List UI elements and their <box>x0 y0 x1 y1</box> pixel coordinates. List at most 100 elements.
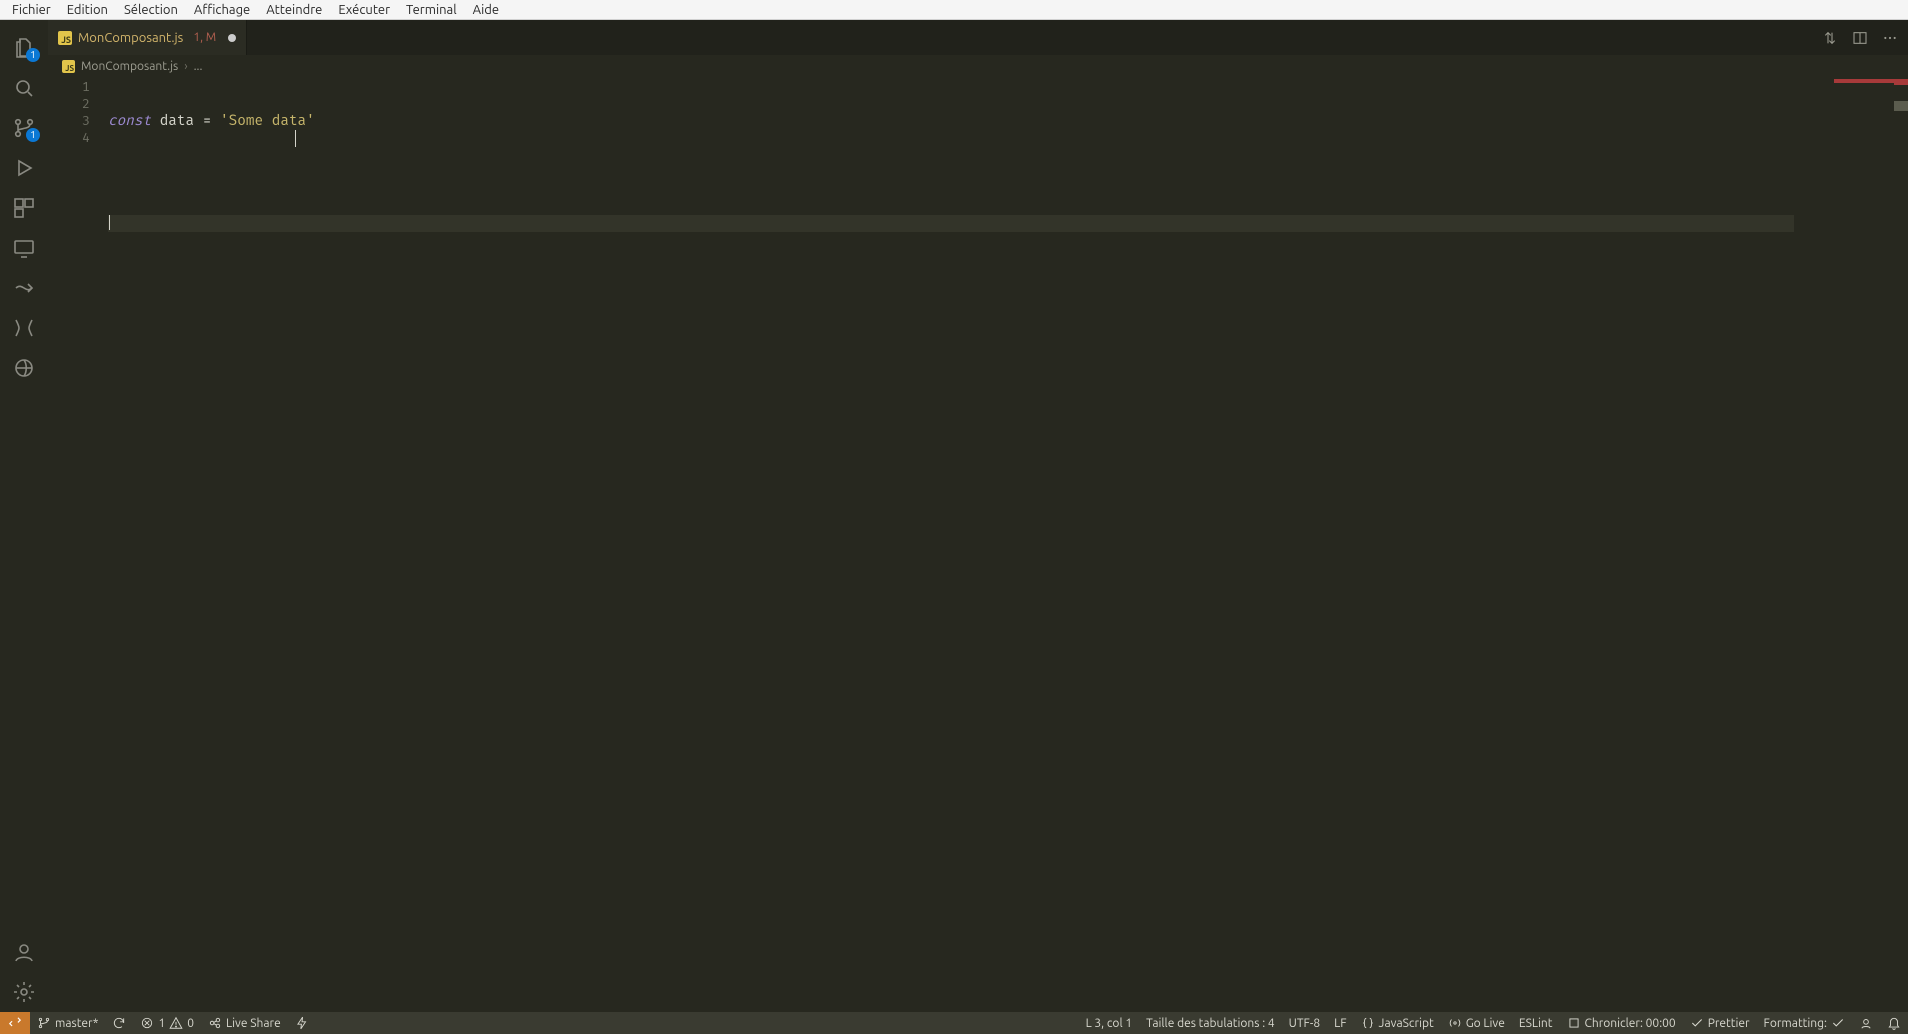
overview-ruler[interactable] <box>1894 77 1908 1012</box>
account-icon <box>12 940 36 964</box>
share-icon <box>12 276 36 300</box>
activity-share[interactable] <box>0 268 48 308</box>
liveshare-icon <box>208 1016 222 1030</box>
activity-explorer[interactable]: 1 <box>0 28 48 68</box>
token-identifier: data <box>151 113 203 130</box>
code-line <box>108 164 1794 181</box>
braces-icon <box>1361 1016 1375 1030</box>
bell-icon <box>1887 1016 1901 1030</box>
scm-badge: 1 <box>26 128 40 142</box>
status-feedback[interactable] <box>1852 1012 1880 1034</box>
ruler-error-mark <box>1894 79 1908 85</box>
status-prettier[interactable]: Prettier <box>1683 1012 1757 1034</box>
status-branch[interactable]: master* <box>30 1012 105 1034</box>
menu-aide[interactable]: Aide <box>465 1 507 19</box>
tab-status: 1, M <box>193 31 216 44</box>
record-icon <box>1567 1016 1581 1030</box>
status-liveshare[interactable]: Live Share <box>201 1012 288 1034</box>
activity-run[interactable] <box>0 148 48 188</box>
liveshare-label: Live Share <box>226 1017 281 1030</box>
menu-executer[interactable]: Exécuter <box>330 1 398 19</box>
javascript-file-icon: JS <box>62 60 75 73</box>
status-chronicler[interactable]: Chronicler: 00:00 <box>1560 1012 1683 1034</box>
activity-extra[interactable] <box>0 348 48 388</box>
ruler-cursor-mark <box>1894 101 1908 111</box>
main-area: 1 1 <box>0 20 1908 1012</box>
prettier-label: Prettier <box>1708 1017 1750 1030</box>
status-eslint[interactable]: ESLint <box>1512 1012 1560 1034</box>
error-count: 1 <box>158 1017 165 1030</box>
status-eol[interactable]: LF <box>1327 1012 1353 1034</box>
activity-bar: 1 1 <box>0 20 48 1012</box>
status-formatting[interactable]: Formatting: <box>1757 1012 1852 1034</box>
line-number: 3 <box>48 113 90 130</box>
menu-selection[interactable]: Sélection <box>116 1 186 19</box>
activity-scm[interactable]: 1 <box>0 108 48 148</box>
menu-atteindre[interactable]: Atteindre <box>258 1 330 19</box>
status-golive[interactable]: Go Live <box>1441 1012 1512 1034</box>
breadcrumb-file: MonComposant.js <box>81 60 178 73</box>
activity-remote[interactable] <box>0 228 48 268</box>
code-area[interactable]: const data = 'Some data' <box>108 77 1794 1012</box>
activity-console[interactable] <box>0 308 48 348</box>
activity-account[interactable] <box>0 932 48 972</box>
compare-changes-icon[interactable] <box>1822 30 1838 46</box>
chronicler-label: Chronicler: 00:00 <box>1585 1017 1676 1030</box>
code-line: const data = 'Some data' <box>108 113 1794 130</box>
line-number-gutter: 1 2 3 4 <box>48 77 108 1012</box>
tabs-row: JS MonComposant.js 1, M <box>48 20 1908 55</box>
remote-icon <box>12 236 36 260</box>
check-icon <box>1690 1016 1704 1030</box>
line-number: 2 <box>48 96 90 113</box>
warning-icon <box>169 1016 183 1030</box>
status-language[interactable]: JavaScript <box>1354 1012 1441 1034</box>
menu-terminal[interactable]: Terminal <box>398 1 465 19</box>
minimap[interactable] <box>1794 77 1894 1012</box>
editor-pane[interactable]: 1 2 3 4 const data = 'Some data' <box>48 77 1908 1012</box>
feedback-icon <box>1859 1016 1873 1030</box>
remote-indicator[interactable] <box>0 1012 30 1034</box>
globe-icon <box>12 356 36 380</box>
golive-label: Go Live <box>1466 1017 1505 1030</box>
explorer-badge: 1 <box>26 48 40 62</box>
token-string: 'Some data' <box>211 113 314 130</box>
line-number: 4 <box>48 130 90 147</box>
activity-extensions[interactable] <box>0 188 48 228</box>
bolt-icon <box>295 1016 309 1030</box>
breadcrumb-rest: ... <box>194 60 203 73</box>
token-keyword: const <box>108 113 151 130</box>
error-icon <box>140 1016 154 1030</box>
status-indent[interactable]: Taille des tabulations : 4 <box>1139 1012 1282 1034</box>
menu-fichier[interactable]: Fichier <box>4 1 59 19</box>
mouse-text-cursor <box>295 130 296 147</box>
tab-moncomposant[interactable]: JS MonComposant.js 1, M <box>48 20 247 55</box>
menu-edition[interactable]: Edition <box>59 1 116 19</box>
gear-icon <box>12 980 36 1004</box>
line-number: 1 <box>48 79 90 96</box>
language-label: JavaScript <box>1379 1017 1434 1030</box>
code-line-current <box>108 215 1794 232</box>
branch-name: master* <box>55 1017 98 1030</box>
more-actions-icon[interactable] <box>1882 30 1898 46</box>
status-sync[interactable] <box>105 1012 133 1034</box>
tab-actions <box>1812 20 1908 55</box>
status-cursor[interactable]: L 3, col 1 <box>1079 1012 1140 1034</box>
editor-group: JS MonComposant.js 1, M JS MonComposant <box>48 20 1908 1012</box>
search-icon <box>12 76 36 100</box>
menu-affichage[interactable]: Affichage <box>186 1 258 19</box>
status-bolt[interactable] <box>288 1012 316 1034</box>
activity-settings[interactable] <box>0 972 48 1012</box>
status-bell[interactable] <box>1880 1012 1908 1034</box>
statusbar: master* 1 0 Live Share L 3, col 1 Taille… <box>0 1012 1908 1034</box>
tab-label: MonComposant.js <box>78 31 183 45</box>
activity-search[interactable] <box>0 68 48 108</box>
extensions-icon <box>12 196 36 220</box>
remote-window-icon <box>8 1016 22 1030</box>
chevron-right-icon: › <box>184 60 187 73</box>
split-editor-icon[interactable] <box>1852 30 1868 46</box>
status-problems[interactable]: 1 0 <box>133 1012 201 1034</box>
sync-icon <box>112 1016 126 1030</box>
check-icon <box>1831 1016 1845 1030</box>
status-encoding[interactable]: UTF-8 <box>1282 1012 1327 1034</box>
breadcrumbs[interactable]: JS MonComposant.js › ... <box>48 55 1908 77</box>
